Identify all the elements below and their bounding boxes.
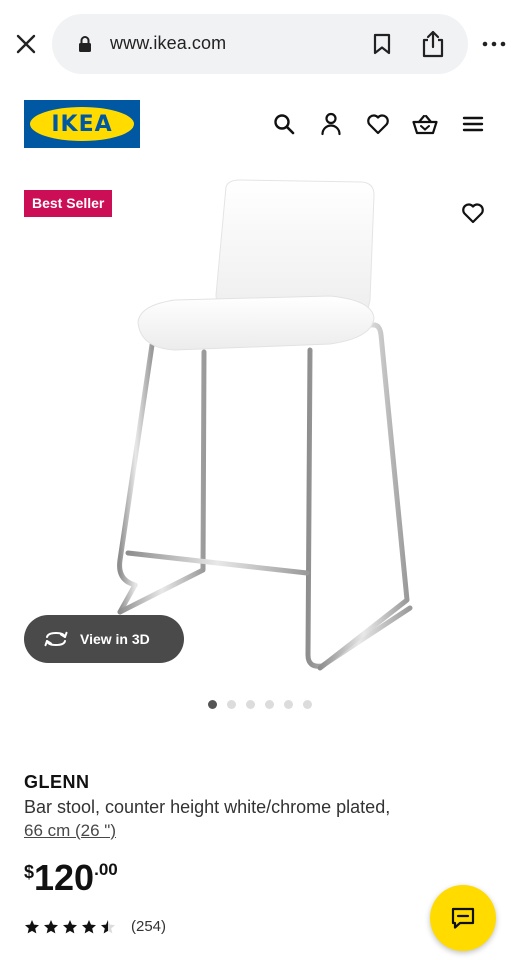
search-button[interactable] [270,110,298,138]
product-price: $ 120 .00 [24,856,118,900]
star-icon [82,919,96,933]
product-rating[interactable]: (254) [24,918,166,935]
url-text: www.ikea.com [110,33,227,53]
add-to-wishlist-button[interactable] [458,198,488,228]
close-icon [16,34,36,54]
ikea-logo[interactable]: IKEA [24,100,140,148]
chat-icon [451,907,475,929]
wishlist-button[interactable] [364,110,392,138]
half-star-icon [101,919,115,933]
product-size-link[interactable]: 66 cm (26 ") [24,821,116,841]
bookmark-button[interactable] [368,30,396,58]
product-image[interactable] [0,170,520,690]
heart-icon [462,203,484,224]
lock-icon [79,36,91,52]
account-button[interactable] [317,110,345,138]
logo-oval: IKEA [30,107,134,141]
product-name: GLENN [24,772,90,792]
more-button[interactable] [478,30,510,58]
basket-icon [412,114,438,135]
carousel-dot[interactable] [303,700,312,709]
review-count: (254) [131,918,167,935]
price-decimal: .00 [94,860,118,879]
image-carousel-dots[interactable] [208,700,312,710]
star-icon [25,919,39,933]
product-description: Bar stool, counter height white/chrome p… [24,797,391,817]
carousel-dot[interactable] [284,700,293,709]
star-icon [63,919,77,933]
close-button[interactable] [12,30,40,58]
carousel-dot[interactable] [208,700,217,709]
view-in-3d-label: View in 3D [80,631,150,647]
price-main: 120 [34,857,95,898]
chat-button[interactable] [430,885,496,951]
carousel-dot[interactable] [265,700,274,709]
carousel-dot[interactable] [227,700,236,709]
carousel-dot[interactable] [246,700,255,709]
share-button[interactable] [418,28,448,60]
menu-button[interactable] [459,110,487,138]
browser-bar: www.ikea.com [0,0,520,88]
search-icon [274,114,295,135]
menu-icon [462,116,484,132]
share-icon [422,30,444,58]
bookmark-icon [373,33,391,55]
best-seller-badge: Best Seller [24,190,113,217]
basket-button[interactable] [411,110,439,138]
account-icon [321,112,341,136]
star-icon [44,919,58,933]
price-currency: $ [24,862,35,882]
logo-text: IKEA [51,111,113,137]
view-in-3d-button[interactable]: View in 3D [24,615,184,663]
heart-icon [367,114,389,135]
rotate-3d-icon [44,631,68,647]
more-icon [482,41,506,47]
address-bar[interactable]: www.ikea.com [52,14,468,74]
